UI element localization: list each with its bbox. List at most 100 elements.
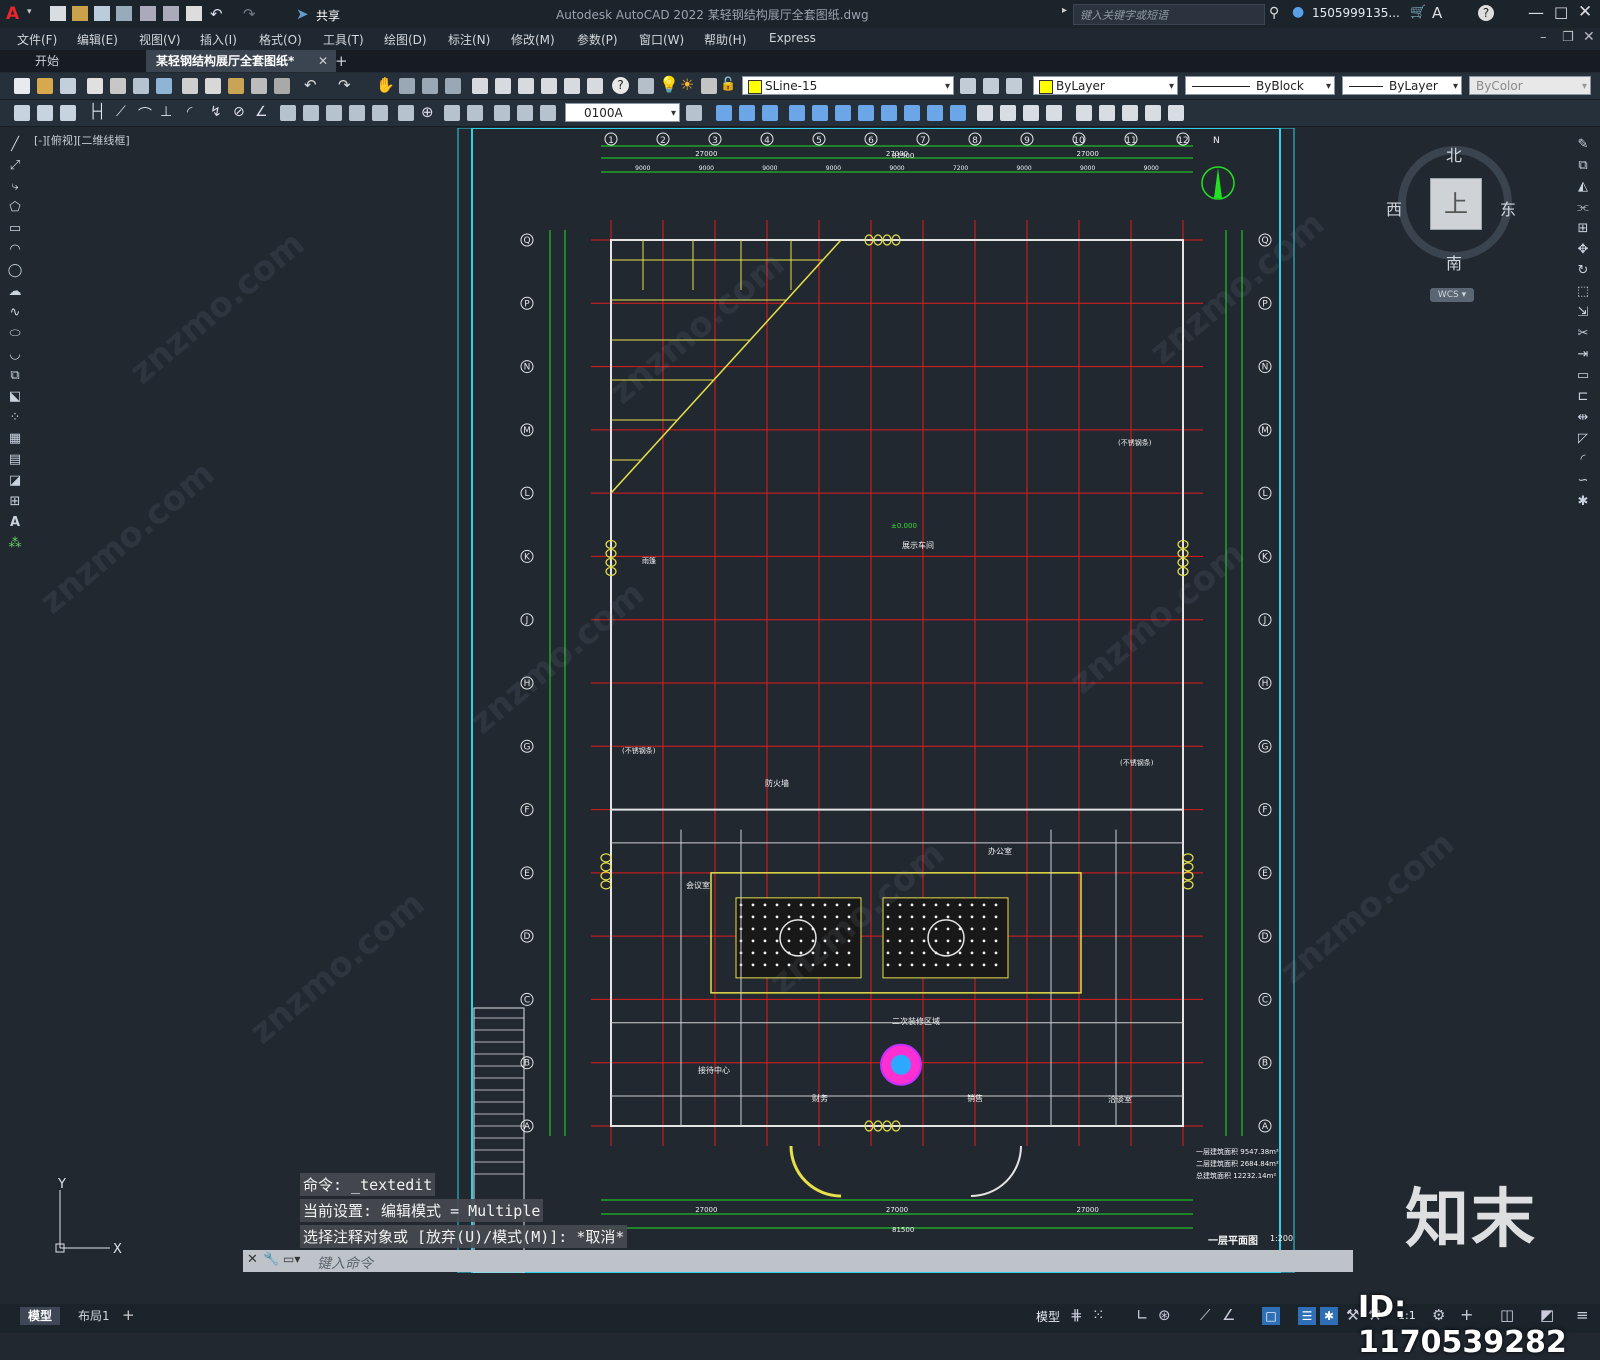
menu-modify[interactable]: 修改(M) (511, 31, 555, 48)
point-icon[interactable]: ⁘ (7, 411, 23, 425)
undo-icon[interactable]: ↶ (210, 5, 223, 23)
help-search-input[interactable]: 键入关键字或短语 (1073, 4, 1265, 25)
break-at-point-icon[interactable]: ▭ (1575, 369, 1591, 383)
properties-icon[interactable] (472, 78, 488, 94)
blend-curves-icon[interactable]: ∽ (1575, 474, 1591, 488)
ortho-icon[interactable]: ∟ (1136, 1306, 1149, 1324)
layout-tab-model[interactable]: 模型 (20, 1307, 61, 1325)
toolbar-help-icon[interactable]: ? (612, 77, 629, 94)
search-icon[interactable]: ⚲ (1269, 5, 1279, 21)
viewcube-south[interactable]: 南 (1446, 250, 1462, 274)
multiline-text-icon[interactable]: A (7, 516, 23, 530)
save-icon[interactable] (94, 6, 110, 21)
menu-file[interactable]: 文件(F) (17, 31, 57, 48)
open-web-icon[interactable] (140, 6, 156, 21)
cut-icon[interactable] (182, 78, 198, 94)
dimension-break-icon[interactable] (372, 105, 388, 121)
grid-icon[interactable]: ⋕ (1070, 1306, 1083, 1324)
menu-view[interactable]: 视图(V) (139, 31, 181, 48)
spline-icon[interactable]: ∿ (7, 306, 23, 320)
selection-cycling-icon[interactable]: ✱ (1320, 1307, 1338, 1325)
linetype-dropdown[interactable]: ByBlock ▾ (1185, 76, 1335, 95)
construction-line-icon[interactable]: ⤢ (7, 159, 23, 173)
tool-palettes-icon[interactable] (518, 78, 534, 94)
plot-icon[interactable] (186, 6, 202, 21)
zoom-previous-icon[interactable] (445, 78, 461, 94)
dimstyle-dropdown[interactable]: 0100A ▾ (565, 103, 680, 122)
minimize-icon[interactable]: — (1528, 3, 1544, 22)
layer-lock-icon[interactable]: 🔓 (720, 77, 736, 92)
publish-icon[interactable] (133, 78, 149, 94)
move-tool-icon[interactable]: ✥ (1575, 243, 1591, 257)
copy-object-icon[interactable] (739, 105, 755, 121)
linear-dimension-icon[interactable]: ├┤ (89, 104, 106, 120)
isometric-icon[interactable]: ⟋ (1200, 1306, 1211, 1324)
trim-icon[interactable] (927, 105, 943, 121)
erase-tool-icon[interactable]: ✎ (1575, 138, 1591, 152)
snap-icon[interactable]: ⁙ (1092, 1306, 1105, 1324)
offset-tool-icon[interactable]: ⫘ (1575, 201, 1591, 215)
design-center-icon[interactable] (495, 78, 511, 94)
save-web-icon[interactable] (163, 6, 179, 21)
inspection-icon[interactable] (444, 105, 460, 121)
center-mark-icon[interactable]: ⊕ (421, 103, 434, 121)
maximize-icon[interactable]: □ (1554, 3, 1568, 21)
export-icon[interactable] (14, 105, 30, 121)
arc-length-icon[interactable]: ⌒ (138, 104, 152, 124)
polygon-icon[interactable]: ⬠ (7, 201, 23, 215)
radius-dimension-icon[interactable]: ◜ (187, 104, 192, 120)
new-tab-plus-icon[interactable]: + (325, 50, 358, 72)
extend-icon[interactable] (950, 105, 966, 121)
block-icon[interactable] (1168, 105, 1184, 121)
dimension-space-icon[interactable] (349, 105, 365, 121)
explode-icon[interactable] (1076, 105, 1092, 121)
search-expand-icon[interactable]: ▸ (1062, 5, 1067, 16)
user-account[interactable]: 1505999135... (1312, 6, 1400, 20)
copy-icon[interactable] (205, 78, 221, 94)
lineweight-display-icon[interactable]: ☰ (1298, 1307, 1316, 1325)
menu-draw[interactable]: 绘图(D) (384, 31, 427, 48)
layer-on-bulb-icon[interactable]: 💡 (659, 75, 679, 94)
dimension-text-edit-icon[interactable] (517, 105, 533, 121)
polar-tracking-icon[interactable]: ⊛ (1158, 1306, 1171, 1324)
menu-tools[interactable]: 工具(T) (323, 31, 364, 48)
move-icon[interactable] (835, 105, 851, 121)
preview-icon[interactable] (110, 78, 126, 94)
open-icon[interactable] (37, 78, 53, 94)
chamfer-tool-icon[interactable]: ◸ (1575, 432, 1591, 446)
autocad-app-icon[interactable]: A (6, 4, 26, 24)
join-tool-icon[interactable]: ⇹ (1575, 411, 1591, 425)
quick-dimension-icon[interactable] (280, 105, 296, 121)
recent-commands-icon[interactable]: ▭▾ (283, 1252, 300, 1266)
arc-icon[interactable]: ◠ (7, 243, 23, 257)
layer-previous-icon[interactable] (983, 78, 999, 94)
dimension-style-icon[interactable] (686, 105, 702, 121)
mirror-icon[interactable] (762, 105, 778, 121)
share-icon[interactable]: ➤ (296, 5, 309, 23)
draworder-icon[interactable] (1099, 105, 1115, 121)
autodesk-app-icon[interactable]: A (1432, 4, 1442, 22)
offset-icon[interactable] (789, 105, 805, 121)
menu-parametric[interactable]: 参数(P) (577, 31, 618, 48)
break-tool-icon[interactable]: ⊏ (1575, 390, 1591, 404)
group-icon[interactable] (1122, 105, 1138, 121)
command-customize-icon[interactable]: 🔧 (263, 1252, 279, 1267)
stretch-icon[interactable] (904, 105, 920, 121)
menu-window[interactable]: 窗口(W) (639, 31, 684, 48)
sheet-set-icon[interactable] (541, 78, 557, 94)
tab-start[interactable]: 开始 (25, 50, 165, 72)
layer-dropdown[interactable]: SLine-15 ▾ (742, 76, 954, 95)
revision-cloud-icon[interactable]: ☁ (7, 285, 23, 299)
new-file-icon[interactable] (50, 6, 66, 21)
ungroup-icon[interactable] (1145, 105, 1161, 121)
dimension-update-icon[interactable] (540, 105, 556, 121)
hatch-icon[interactable]: ▦ (7, 432, 23, 446)
copy-tool-icon[interactable]: ⧉ (1575, 159, 1591, 173)
rotate-icon[interactable] (858, 105, 874, 121)
dimension-edit-icon[interactable] (494, 105, 510, 121)
layout-tab-layout1[interactable]: 布局1 (70, 1307, 118, 1325)
import-icon[interactable] (37, 105, 53, 121)
gradient-icon[interactable]: ▤ (7, 453, 23, 467)
ellipse-icon[interactable]: ⬭ (7, 327, 23, 341)
app-menu-caret-icon[interactable]: ▾ (27, 7, 32, 17)
